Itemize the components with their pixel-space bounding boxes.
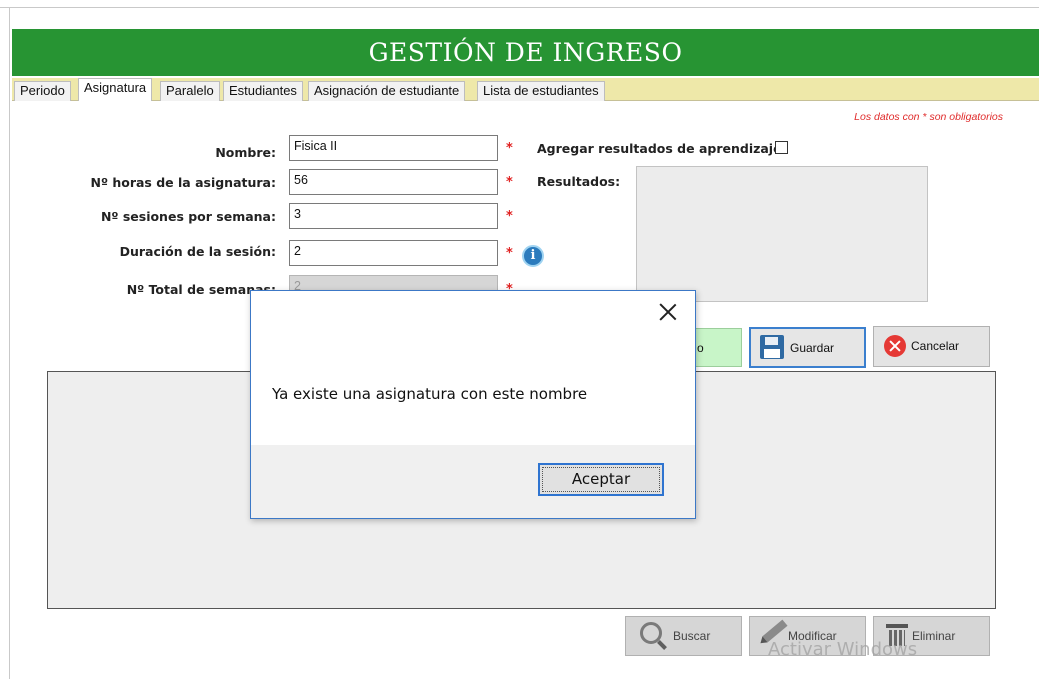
x-circle-icon xyxy=(884,335,906,357)
nuevo-button-label: o xyxy=(697,341,704,355)
close-icon[interactable] xyxy=(657,301,679,323)
horas-field[interactable]: 56 xyxy=(289,169,498,195)
info-icon[interactable] xyxy=(522,245,544,267)
agregar-resultados-checkbox[interactable] xyxy=(775,141,788,154)
required-mark: * xyxy=(506,246,513,261)
required-mark: * xyxy=(506,209,513,224)
floppy-disk-icon xyxy=(760,335,784,359)
agregar-resultados-label: Agregar resultados de aprendizaje: xyxy=(537,141,787,156)
magnifier-icon xyxy=(640,622,662,644)
tab-lista-estudiantes[interactable]: Lista de estudiantes xyxy=(477,81,605,101)
tab-estudiantes[interactable]: Estudiantes xyxy=(223,81,303,101)
horas-label: Nº horas de la asignatura: xyxy=(90,175,276,190)
duracion-field[interactable]: 2 xyxy=(289,240,498,266)
sesiones-field[interactable]: 3 xyxy=(289,203,498,229)
sesiones-label: Nº sesiones por semana: xyxy=(100,209,276,224)
tab-asignacion-estudiante[interactable]: Asignación de estudiante xyxy=(308,81,466,101)
aceptar-button[interactable]: Aceptar xyxy=(538,463,664,496)
page-title: GESTIÓN DE INGRESO xyxy=(12,29,1039,76)
duracion-label: Duración de la sesión: xyxy=(119,244,276,259)
tab-periodo[interactable]: Periodo xyxy=(14,81,71,101)
resultados-textarea[interactable] xyxy=(636,166,928,302)
required-mark: * xyxy=(506,175,513,190)
nombre-label: Nombre: xyxy=(215,145,276,160)
window-top-border xyxy=(0,7,1039,8)
guardar-button-label: Guardar xyxy=(790,341,835,355)
required-mark: * xyxy=(506,141,513,156)
required-fields-note: Los datos con * son obligatorios xyxy=(854,111,1003,123)
tab-bar: Periodo Asignatura Paralelo Estudiantes … xyxy=(12,78,1039,101)
tab-paralelo[interactable]: Paralelo xyxy=(160,81,220,101)
eliminar-button-label: Eliminar xyxy=(912,629,956,643)
buscar-button[interactable]: Buscar xyxy=(625,616,742,656)
dialog-footer: Aceptar xyxy=(251,445,695,518)
dialog-message: Ya existe una asignatura con este nombre xyxy=(272,385,588,403)
nombre-field[interactable]: Fisica II xyxy=(289,135,498,161)
cancelar-button-label: Cancelar xyxy=(911,339,960,353)
total-semanas-label: Nº Total de semanas: xyxy=(126,282,276,297)
resultados-label: Resultados: xyxy=(537,174,621,189)
cancelar-button[interactable]: Cancelar xyxy=(873,326,990,367)
tab-asignatura[interactable]: Asignatura xyxy=(78,78,153,101)
error-dialog: Ya existe una asignatura con este nombre… xyxy=(250,290,696,519)
buscar-button-label: Buscar xyxy=(673,629,711,643)
window-left-border xyxy=(9,7,10,679)
windows-activation-watermark: Activar Windows xyxy=(768,639,918,660)
guardar-button[interactable]: Guardar xyxy=(749,327,866,368)
